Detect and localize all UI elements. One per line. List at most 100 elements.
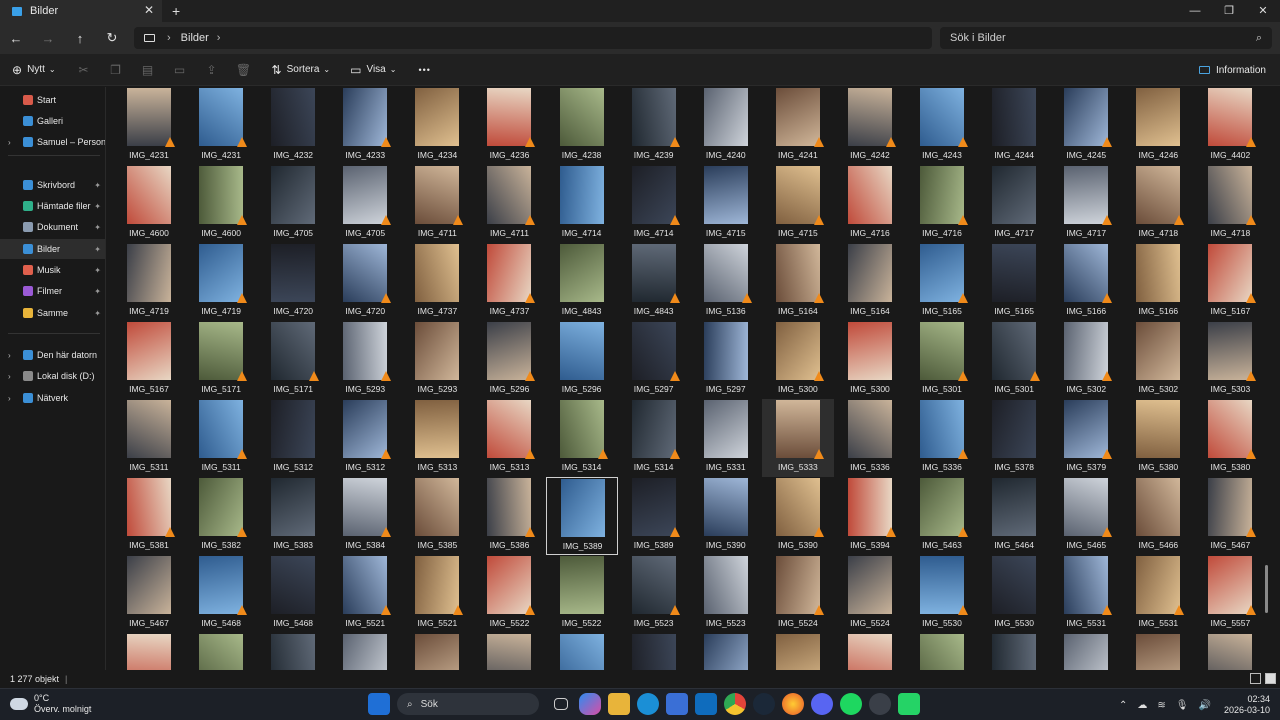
pin-icon[interactable]: ✦ [94,266,101,275]
file-tile[interactable]: IMG_5468 [257,555,329,633]
sidebar-item-samme[interactable]: Samme ✦ [0,303,105,323]
file-tile[interactable]: IMG_5296 [473,321,545,399]
spotify-icon[interactable] [839,693,862,715]
task-view-icon[interactable] [554,698,568,710]
whatsapp-icon[interactable] [897,693,920,715]
file-tile[interactable]: IMG_5389 [545,477,618,555]
file-tile[interactable]: IMG_5557 [1194,555,1266,633]
pin-icon[interactable]: ✦ [94,202,101,211]
file-tile[interactable]: IMG_4716 [906,165,978,243]
file-tile[interactable]: IMG_5523 [690,555,762,633]
new-button[interactable]: ⊕ Nytt ⌄ [12,54,56,86]
expand-chevron-icon[interactable]: › [8,394,11,403]
file-tile[interactable]: IMG_5300 [762,321,834,399]
file-tile[interactable]: IMG_5171 [185,321,257,399]
copy-icon[interactable]: ❐ [100,63,132,77]
file-tile[interactable]: IMG_5164 [762,243,834,321]
file-tile[interactable]: IMG_4241 [762,87,834,165]
vertical-scrollbar[interactable] [1265,565,1268,613]
file-tile[interactable]: IMG_5331 [690,399,762,477]
file-tile[interactable]: IMG_5524 [834,555,906,633]
file-tile[interactable]: IMG_4737 [401,243,473,321]
volume-icon[interactable]: 🔊 [1199,700,1211,711]
store-icon[interactable] [665,693,688,715]
file-tile[interactable]: IMG_4233 [329,87,401,165]
file-tile[interactable]: IMG_5311 [185,399,257,477]
file-tile[interactable]: IMG_5531 [1122,555,1194,633]
microphone-icon[interactable]: 🎙 [1176,700,1189,711]
file-tile[interactable]: IMG_5312 [257,399,329,477]
discord-icon[interactable] [810,693,833,715]
pin-icon[interactable]: ✦ [94,287,101,296]
file-tile[interactable]: IMG_5312 [329,399,401,477]
tab-bilder[interactable]: Bilder ✕ [0,0,162,22]
file-tile[interactable]: IMG_5521 [329,555,401,633]
file-tile[interactable]: IMG_5467 [113,555,185,633]
file-tile[interactable] [1194,633,1266,670]
breadcrumb-bilder[interactable]: Bilder [181,32,209,44]
pin-icon[interactable]: ✦ [94,245,101,254]
file-tile[interactable]: IMG_5394 [834,477,906,555]
file-tile[interactable]: IMG_4240 [690,87,762,165]
file-tile[interactable]: IMG_5302 [1050,321,1122,399]
file-tile[interactable]: IMG_4243 [906,87,978,165]
file-tile[interactable]: IMG_5390 [762,477,834,555]
pin-icon[interactable]: ✦ [94,309,101,318]
back-button[interactable]: ← [0,31,32,46]
chevron-up-icon[interactable]: ⌃ [1119,700,1127,711]
file-tile[interactable]: IMG_5389 [618,477,690,555]
breadcrumb[interactable]: › Bilder › [134,27,932,49]
clock[interactable]: 02:34 2026-03-10 [1224,694,1270,716]
file-tile[interactable] [546,633,618,670]
file-tile[interactable]: IMG_5531 [1050,555,1122,633]
sidebar-item-dokument[interactable]: Dokument ✦ [0,217,105,237]
copilot-icon[interactable] [578,693,601,715]
minimize-button[interactable]: — [1178,0,1212,22]
file-tile[interactable]: IMG_5465 [1050,477,1122,555]
file-tile[interactable]: IMG_4600 [185,165,257,243]
file-tile[interactable]: IMG_4232 [257,87,329,165]
file-tile[interactable]: IMG_5386 [473,477,545,555]
file-tile[interactable]: IMG_5530 [978,555,1050,633]
details-view-button[interactable] [1250,673,1261,684]
file-tile[interactable]: IMG_5380 [1122,399,1194,477]
file-tile[interactable]: IMG_5336 [906,399,978,477]
file-tile[interactable]: IMG_5522 [546,555,618,633]
rename-icon[interactable]: ▭ [164,63,196,77]
file-tile[interactable]: IMG_5378 [978,399,1050,477]
chevron-right-icon[interactable]: › [217,32,221,44]
file-tile[interactable]: IMG_5524 [762,555,834,633]
file-tile[interactable]: IMG_5313 [401,399,473,477]
file-tile[interactable]: IMG_5301 [978,321,1050,399]
file-tile[interactable]: IMG_5380 [1194,399,1266,477]
sort-button[interactable]: ⇅ Sortera ⌄ [272,54,331,86]
file-tile[interactable]: IMG_4711 [473,165,545,243]
file-tile[interactable]: IMG_4242 [834,87,906,165]
file-tile[interactable]: IMG_5297 [690,321,762,399]
sidebar-item-start[interactable]: Start [0,90,105,110]
cloud-icon[interactable]: ☁ [1137,700,1147,711]
view-button[interactable]: ▭ Visa ⌄ [350,54,396,86]
file-tile[interactable]: IMG_4238 [546,87,618,165]
file-tile[interactable]: IMG_5293 [401,321,473,399]
file-tile[interactable] [1050,633,1122,670]
refresh-button[interactable]: ↻ [96,30,128,46]
file-tile[interactable]: IMG_5167 [113,321,185,399]
file-tile[interactable]: IMG_4244 [978,87,1050,165]
sidebar-item-bilder[interactable]: Bilder ✦ [0,239,105,259]
weather-widget[interactable]: 0°C Överv. molnigt [8,693,91,715]
expand-chevron-icon[interactable]: › [8,138,11,147]
file-tile[interactable]: IMG_5302 [1122,321,1194,399]
file-tile[interactable]: IMG_4715 [690,165,762,243]
sidebar-item-skrivbord[interactable]: Skrivbord ✦ [0,175,105,195]
file-tile[interactable]: IMG_4705 [329,165,401,243]
file-tile[interactable]: IMG_5314 [546,399,618,477]
file-tile[interactable] [978,633,1050,670]
file-tile[interactable]: IMG_5379 [1050,399,1122,477]
file-tile[interactable]: IMG_4717 [978,165,1050,243]
file-tile[interactable]: IMG_5166 [1050,243,1122,321]
file-tile[interactable] [185,633,257,670]
file-tile[interactable]: IMG_4239 [618,87,690,165]
file-tile[interactable]: IMG_4843 [618,243,690,321]
file-tile[interactable]: IMG_5313 [473,399,545,477]
